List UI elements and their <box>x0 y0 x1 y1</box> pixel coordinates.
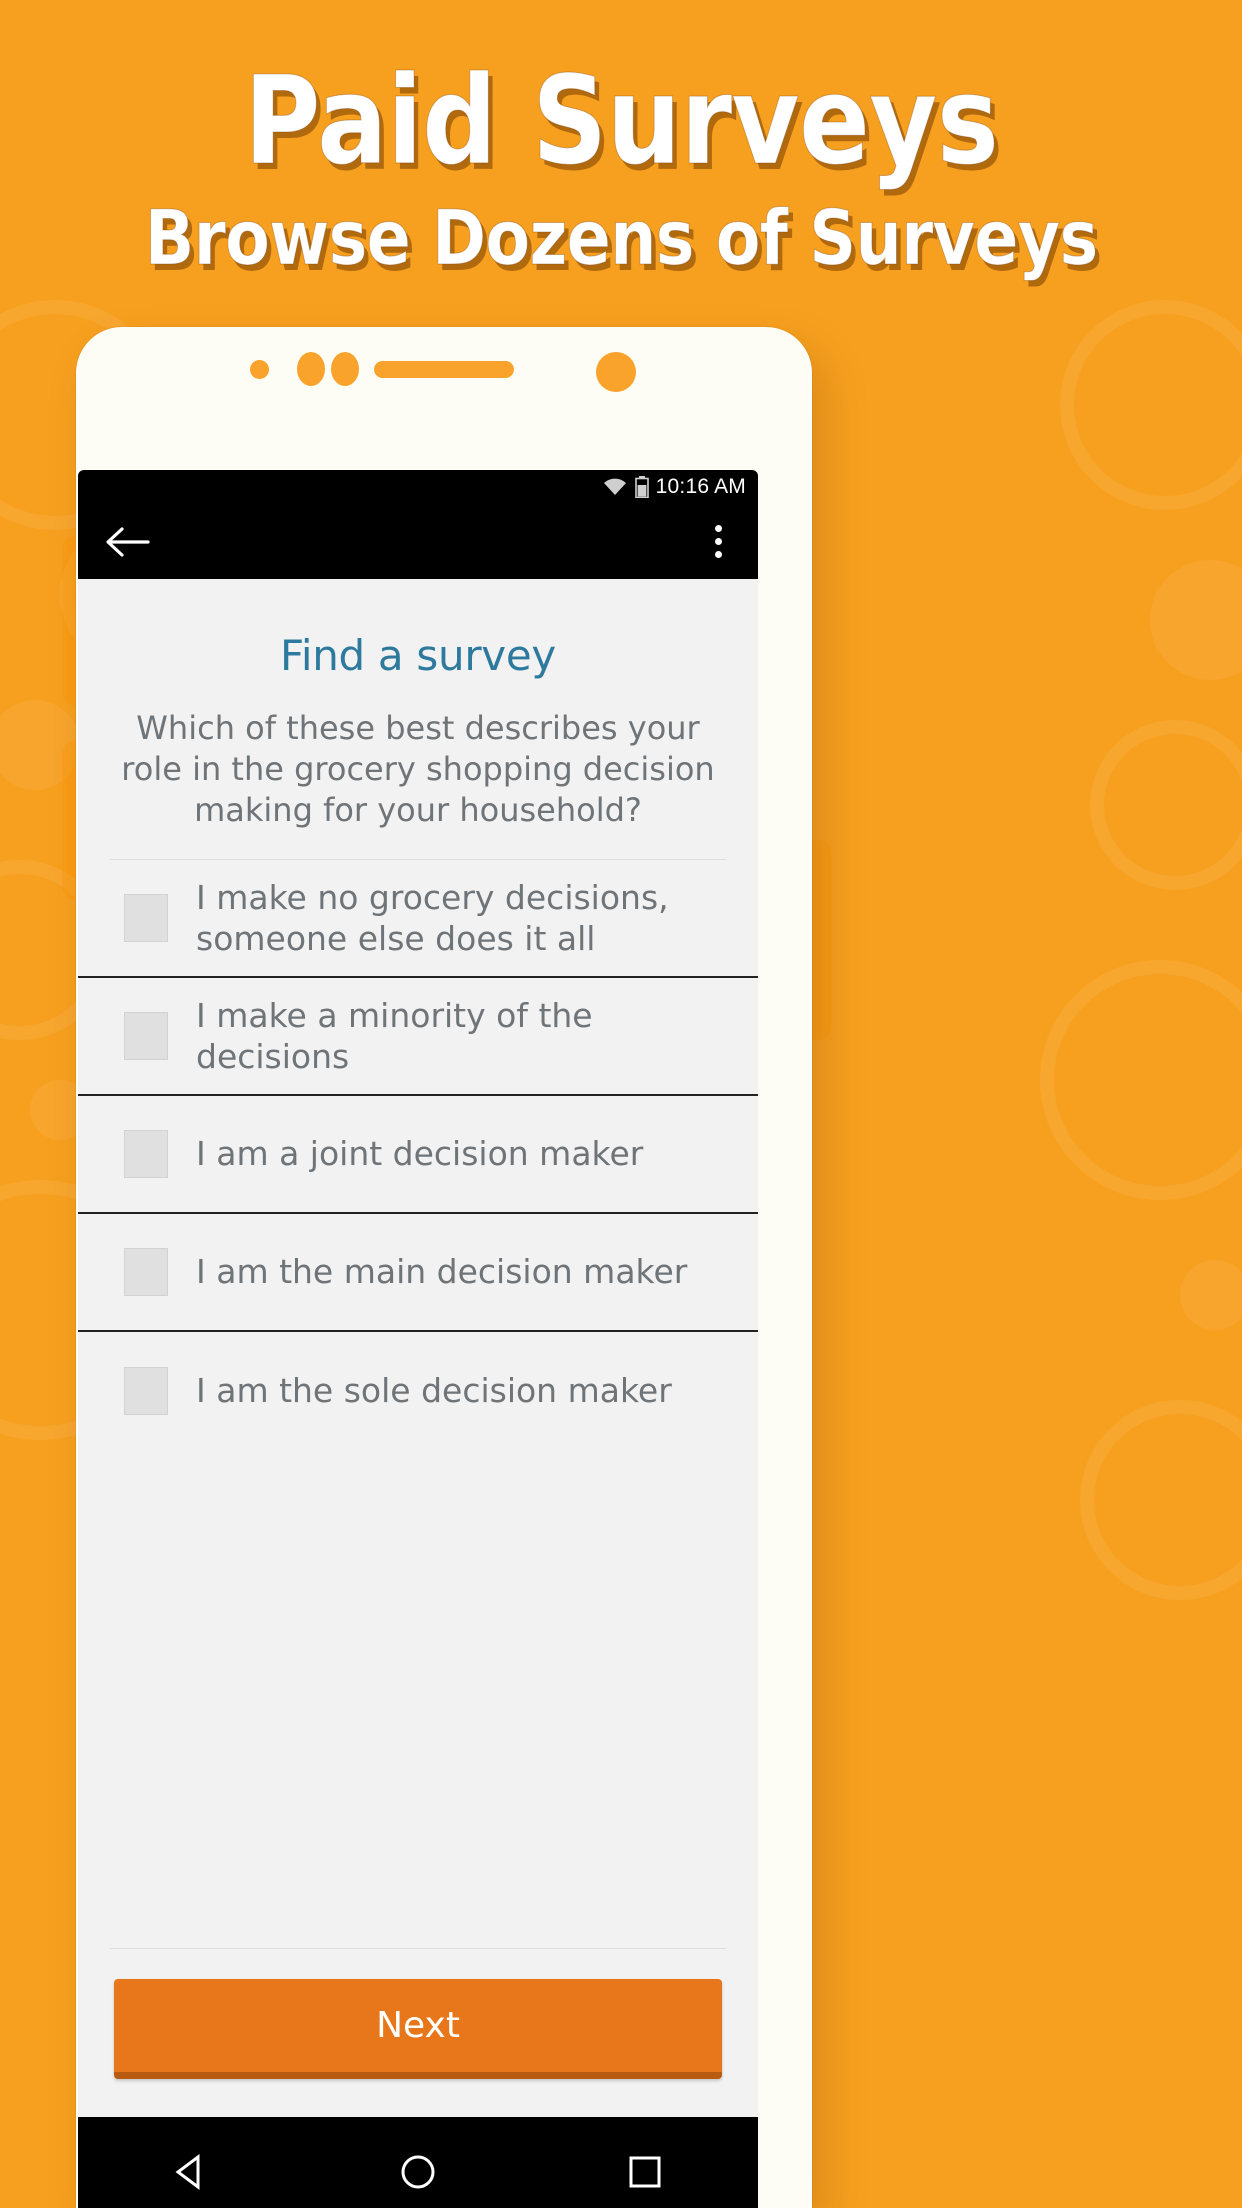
promo-header: Paid Surveys Browse Dozens of Surveys <box>0 0 1242 282</box>
sensor-dot-icon <box>250 360 269 379</box>
nav-recents-icon[interactable] <box>592 2143 698 2201</box>
phone-top-bezel <box>76 327 812 470</box>
overflow-menu-icon[interactable] <box>705 519 732 564</box>
promo-subtitle: Browse Dozens of Surveys <box>144 193 1098 282</box>
option-checkbox[interactable] <box>124 1366 168 1415</box>
wifi-icon <box>602 477 628 497</box>
option-checkbox[interactable] <box>124 1129 168 1178</box>
option-checkbox[interactable] <box>124 893 168 942</box>
option-label: I make a minority of the decisions <box>196 995 593 1076</box>
android-nav-bar <box>78 2117 758 2208</box>
list-item[interactable]: I am the sole decision maker <box>78 1331 758 1450</box>
status-bar: 10:16 AM <box>78 470 758 504</box>
option-label: I am the sole decision maker <box>196 1371 672 1411</box>
next-button[interactable]: Next <box>114 1979 722 2079</box>
promo-title: Paid Surveys <box>243 50 999 192</box>
status-bar-time: 10:16 AM <box>655 475 746 498</box>
option-label: I make no grocery decisions, someone els… <box>196 877 669 958</box>
survey-options-list: I make no grocery decisions, someone els… <box>78 859 758 1450</box>
back-arrow-icon[interactable] <box>104 525 150 559</box>
option-checkbox[interactable] <box>124 1011 168 1060</box>
list-item[interactable]: I make a minority of the decisions <box>78 977 758 1096</box>
list-item[interactable]: I am the main decision maker <box>78 1213 758 1332</box>
front-camera-icon <box>596 352 636 392</box>
option-checkbox[interactable] <box>124 1247 168 1296</box>
light-sensor-icon <box>331 352 359 386</box>
option-label: I am a joint decision maker <box>196 1134 644 1174</box>
proximity-sensor-icon <box>297 352 325 386</box>
next-button-container: Next <box>78 1949 758 2117</box>
phone-mockup: 10:16 AM Find a survey Which of these be… <box>76 327 812 2208</box>
battery-icon <box>634 476 649 498</box>
list-item[interactable]: I am a joint decision maker <box>78 1095 758 1214</box>
nav-back-icon[interactable] <box>138 2143 244 2201</box>
earpiece-speaker-icon <box>374 361 514 378</box>
app-bar <box>78 504 758 579</box>
page-title: Find a survey <box>280 631 556 680</box>
nav-home-icon[interactable] <box>365 2143 471 2201</box>
survey-content: Find a survey Which of these best descri… <box>78 579 758 2117</box>
option-label: I am the main decision maker <box>196 1252 688 1292</box>
survey-question: Which of these best describes your role … <box>121 709 715 829</box>
list-item[interactable]: I make no grocery decisions, someone els… <box>78 859 758 978</box>
phone-screen: 10:16 AM Find a survey Which of these be… <box>78 470 758 2208</box>
